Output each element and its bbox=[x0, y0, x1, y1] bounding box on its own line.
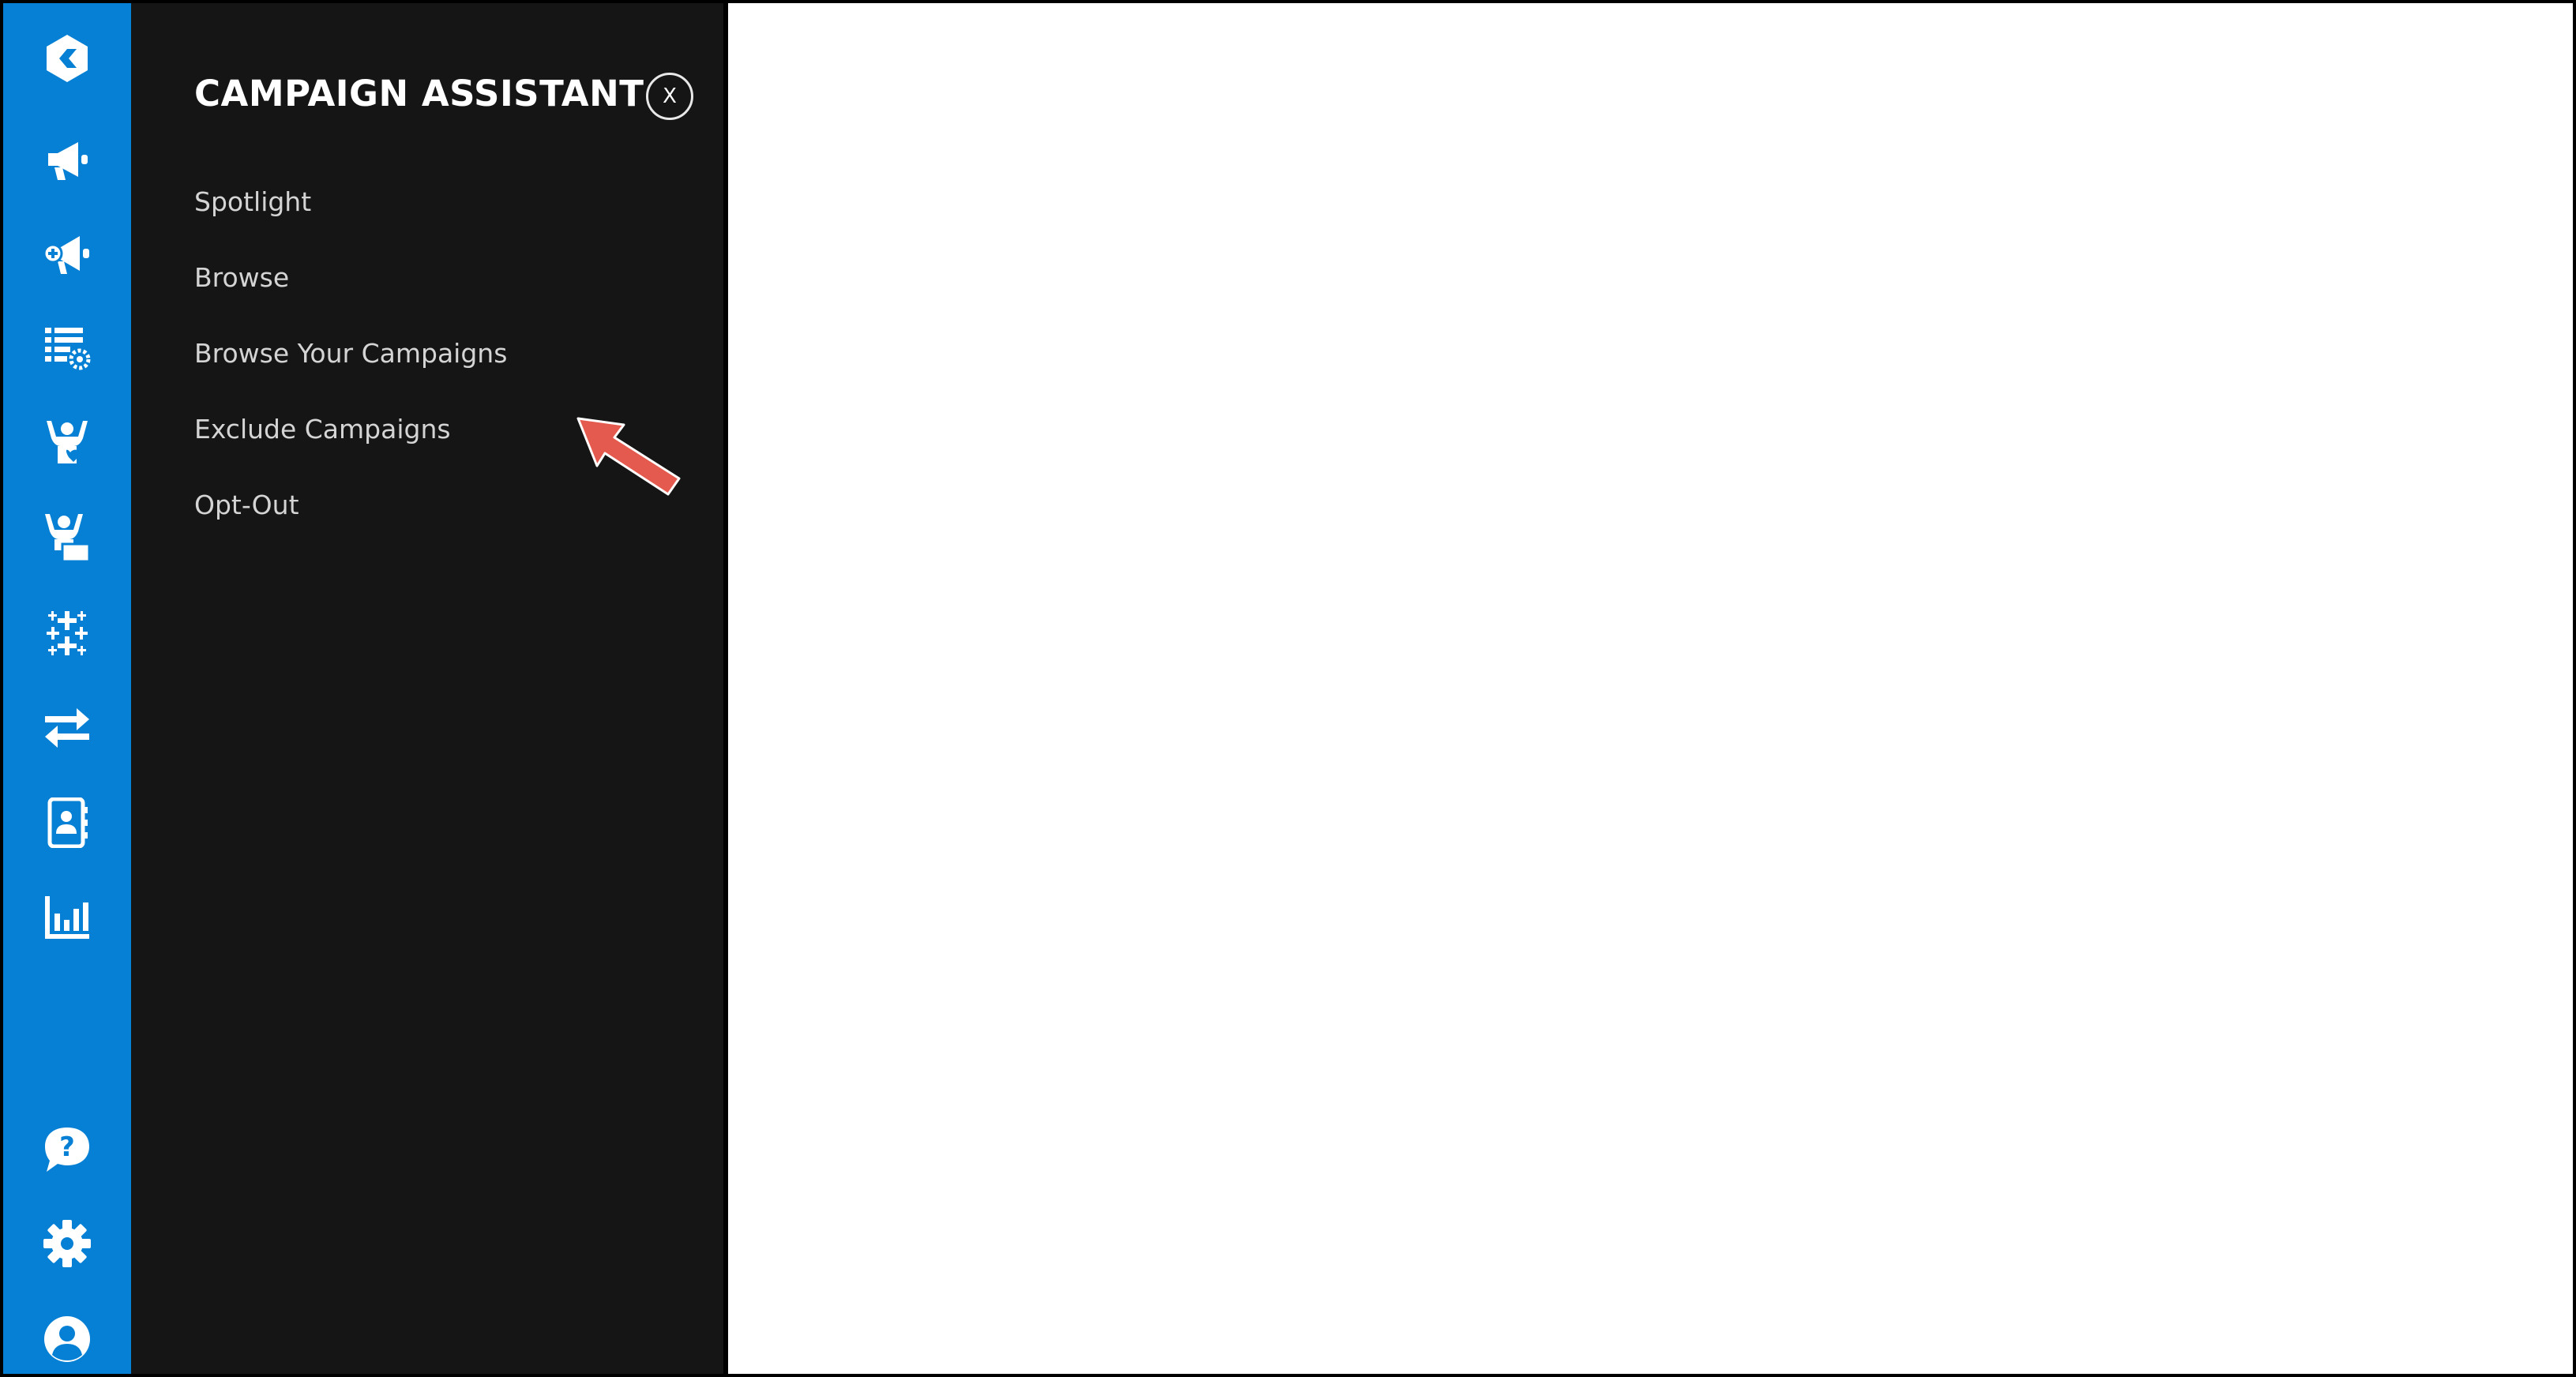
svg-text:?: ? bbox=[59, 1131, 75, 1163]
user-avatar-icon[interactable] bbox=[36, 1308, 99, 1371]
volunteer-heart-icon[interactable] bbox=[36, 411, 99, 475]
megaphone-icon[interactable] bbox=[36, 128, 99, 191]
tableau-icon[interactable] bbox=[36, 602, 99, 665]
app-window: ? CAMPAIGN ASSISTANT X Spotlight Browse … bbox=[0, 0, 2576, 1377]
close-button[interactable]: X bbox=[646, 73, 693, 120]
panel-menu: Spotlight Browse Browse Your Campaigns E… bbox=[194, 186, 507, 565]
volunteer-sign-icon[interactable] bbox=[36, 506, 99, 569]
panel-title: CAMPAIGN ASSISTANT bbox=[194, 73, 644, 114]
annotation-arrow-icon bbox=[576, 417, 681, 496]
campaign-assistant-panel: CAMPAIGN ASSISTANT X Spotlight Browse Br… bbox=[131, 3, 723, 1374]
menu-item-browse-your-campaigns[interactable]: Browse Your Campaigns bbox=[194, 338, 507, 414]
logo-icon[interactable] bbox=[36, 27, 99, 90]
megaphone-plus-icon[interactable] bbox=[36, 222, 99, 285]
transfer-arrows-icon[interactable] bbox=[36, 696, 99, 759]
bar-chart-icon[interactable] bbox=[36, 885, 99, 948]
main-content-area bbox=[728, 3, 2573, 1374]
menu-item-browse[interactable]: Browse bbox=[194, 262, 507, 338]
menu-item-spotlight[interactable]: Spotlight bbox=[194, 186, 507, 262]
list-settings-icon[interactable] bbox=[36, 315, 99, 378]
menu-item-opt-out[interactable]: Opt-Out bbox=[194, 490, 507, 565]
gear-icon[interactable] bbox=[36, 1212, 99, 1275]
help-chat-icon[interactable]: ? bbox=[36, 1118, 99, 1181]
menu-item-exclude-campaigns[interactable]: Exclude Campaigns bbox=[194, 414, 507, 490]
icon-rail: ? bbox=[3, 3, 131, 1374]
contacts-icon[interactable] bbox=[36, 791, 99, 854]
